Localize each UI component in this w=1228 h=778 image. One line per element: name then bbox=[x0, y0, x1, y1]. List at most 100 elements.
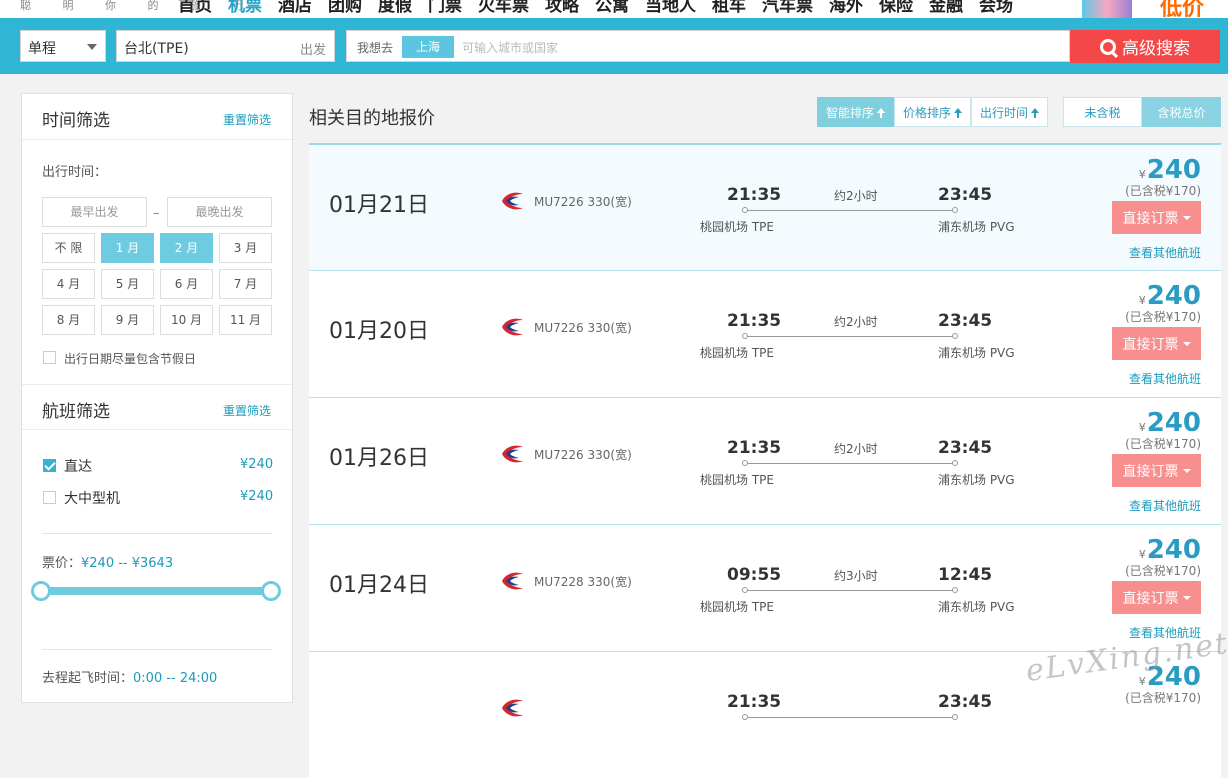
flight-number: MU7226 330(宽) bbox=[534, 448, 632, 462]
trip-type-select[interactable]: 单程 bbox=[20, 30, 106, 62]
currency-symbol: ¥ bbox=[1138, 421, 1146, 434]
nav-link[interactable]: 首页 bbox=[170, 0, 220, 16]
nav-link[interactable]: 公寓 bbox=[587, 0, 637, 16]
month-filter-button[interactable]: 4 月 bbox=[42, 269, 95, 299]
departure-time: 09:55 bbox=[727, 565, 782, 585]
destination-chip[interactable]: 上海 bbox=[402, 36, 454, 58]
nav-link[interactable]: 会场 bbox=[971, 0, 1021, 16]
month-filter-button[interactable]: 1 月 bbox=[101, 233, 154, 263]
other-flights-link[interactable]: 查看其他航班 bbox=[1129, 497, 1201, 514]
chevron-down-icon bbox=[1182, 341, 1191, 346]
price-slider-max-handle[interactable] bbox=[261, 581, 281, 601]
nav-link[interactable]: 汽车票 bbox=[754, 0, 821, 16]
travel-time-label: 出行时间： bbox=[42, 165, 108, 180]
promo-text[interactable]: 低价 bbox=[1160, 0, 1204, 18]
nav-link[interactable]: 门票 bbox=[420, 0, 470, 16]
flight-duration: 约3小时 bbox=[834, 569, 878, 583]
price-slider-min-handle[interactable] bbox=[31, 581, 51, 601]
flight-number: MU7226 330(宽) bbox=[534, 195, 632, 209]
month-filter-button[interactable]: 6 月 bbox=[160, 269, 213, 299]
divider bbox=[42, 533, 272, 534]
month-filter-button[interactable]: 3 月 bbox=[219, 233, 272, 263]
flight-date: 01月26日 bbox=[329, 446, 429, 471]
from-tag: 出发 bbox=[299, 43, 326, 58]
price-slider-track[interactable] bbox=[41, 587, 273, 595]
month-filter-button[interactable]: 10 月 bbox=[160, 305, 213, 335]
book-ticket-button[interactable]: 直接订票 bbox=[1112, 201, 1201, 234]
promo-banner-image[interactable] bbox=[1082, 0, 1132, 18]
month-filter-button[interactable]: 7 月 bbox=[219, 269, 272, 299]
nav-link[interactable]: 攻略 bbox=[537, 0, 587, 16]
time-filter-title: 时间筛选 bbox=[42, 111, 110, 131]
price-value: 240 bbox=[1146, 535, 1201, 565]
nav-link[interactable]: 金融 bbox=[921, 0, 971, 16]
tax-toggle-button[interactable]: 未含税 bbox=[1063, 97, 1142, 127]
month-filter-button[interactable]: 2 月 bbox=[160, 233, 213, 263]
departure-time-range: 0:00 -- 24:00 bbox=[133, 671, 218, 686]
advanced-search-label: 高级搜索 bbox=[1122, 39, 1190, 59]
month-filter-button[interactable]: 8 月 bbox=[42, 305, 95, 335]
time-filter-header: 时间筛选 重置筛选 bbox=[22, 94, 292, 140]
nav-link[interactable]: 火车票 bbox=[470, 0, 537, 16]
tax-toggle-button[interactable]: 含税总价 bbox=[1142, 97, 1221, 127]
month-filter-button[interactable]: 5 月 bbox=[101, 269, 154, 299]
airline-logo-icon bbox=[500, 316, 524, 338]
airline-logo-icon bbox=[500, 697, 524, 719]
book-ticket-button[interactable]: 直接订票 bbox=[1112, 454, 1201, 487]
flight-filter-title: 航班筛选 bbox=[42, 402, 110, 422]
flight-filter-reset-link[interactable]: 重置筛选 bbox=[223, 402, 271, 419]
nav-link[interactable]: 海外 bbox=[821, 0, 871, 16]
price-value: 240 bbox=[1146, 408, 1201, 438]
nav-link[interactable]: 租车 bbox=[704, 0, 754, 16]
book-ticket-button[interactable]: 直接订票 bbox=[1112, 581, 1201, 614]
route-start-dot bbox=[742, 587, 748, 593]
month-filter-button[interactable]: 11 月 bbox=[219, 305, 272, 335]
nav-link[interactable]: 度假 bbox=[370, 0, 420, 16]
month-filter-button[interactable]: 不 限 bbox=[42, 233, 95, 263]
sort-button-group: 智能排序 价格排序 出行时间 bbox=[817, 97, 1049, 127]
arrival-time: 23:45 bbox=[938, 311, 993, 331]
latest-date-input[interactable]: 最晚出发 bbox=[167, 197, 272, 227]
flight-date: 01月20日 bbox=[329, 319, 429, 344]
trip-type-value: 单程 bbox=[28, 41, 56, 57]
book-ticket-button[interactable]: 直接订票 bbox=[1112, 327, 1201, 360]
nonstop-label: 直达 bbox=[64, 459, 92, 475]
large-aircraft-checkbox[interactable] bbox=[43, 491, 56, 504]
other-flights-link[interactable]: 查看其他航班 bbox=[1129, 370, 1201, 387]
advanced-search-button[interactable]: 高级搜索 bbox=[1070, 30, 1220, 63]
main-nav-links: 首页 机票 酒店 团购 度假 门票 火车票 攻略 公寓 当地人 租车 汽车票 海外 保险 金融 会场 bbox=[170, 0, 1021, 16]
date-range-dash: – bbox=[153, 206, 160, 221]
arrow-up-icon bbox=[954, 107, 963, 118]
price-value: 240 bbox=[1146, 281, 1201, 311]
sort-button[interactable]: 智能排序 bbox=[817, 97, 895, 127]
nav-link[interactable]: 保险 bbox=[871, 0, 921, 16]
month-filter-button[interactable]: 9 月 bbox=[101, 305, 154, 335]
nonstop-checkbox[interactable] bbox=[43, 459, 56, 472]
sort-button[interactable]: 价格排序 bbox=[894, 97, 972, 127]
departure-time: 21:35 bbox=[727, 185, 782, 205]
holiday-checkbox[interactable] bbox=[43, 351, 56, 364]
results-title: 相关目的地报价 bbox=[309, 108, 435, 129]
other-flights-link[interactable]: 查看其他航班 bbox=[1129, 244, 1201, 261]
time-filter-reset-link[interactable]: 重置筛选 bbox=[223, 111, 271, 128]
nonstop-price: ¥240 bbox=[240, 457, 274, 472]
departure-airport: 桃园机场 TPE bbox=[700, 600, 774, 614]
large-aircraft-price: ¥240 bbox=[240, 489, 274, 504]
chevron-down-icon bbox=[1182, 215, 1191, 220]
departure-time-label: 去程起飞时间：0:00 -- 24:00 bbox=[42, 667, 217, 686]
arrival-time: 23:45 bbox=[938, 185, 993, 205]
nav-link[interactable]: 机票 bbox=[220, 0, 270, 16]
sort-button[interactable]: 出行时间 bbox=[971, 97, 1049, 127]
flight-number: MU7228 330(宽) bbox=[534, 575, 632, 589]
book-ticket-label: 直接订票 bbox=[1122, 336, 1179, 353]
departure-time: 21:35 bbox=[727, 438, 782, 458]
departure-time: 21:35 bbox=[727, 692, 782, 712]
nav-link[interactable]: 团购 bbox=[320, 0, 370, 16]
earliest-date-input[interactable]: 最早出发 bbox=[42, 197, 147, 227]
destination-input[interactable]: 我想去 上海 可输入城市或国家 bbox=[346, 30, 1070, 62]
large-aircraft-label: 大中型机 bbox=[64, 491, 120, 507]
route-line bbox=[745, 463, 957, 464]
nav-link[interactable]: 当地人 bbox=[637, 0, 704, 16]
from-city-input[interactable]: 台北(TPE) 出发 bbox=[116, 30, 335, 62]
nav-link[interactable]: 酒店 bbox=[270, 0, 320, 16]
